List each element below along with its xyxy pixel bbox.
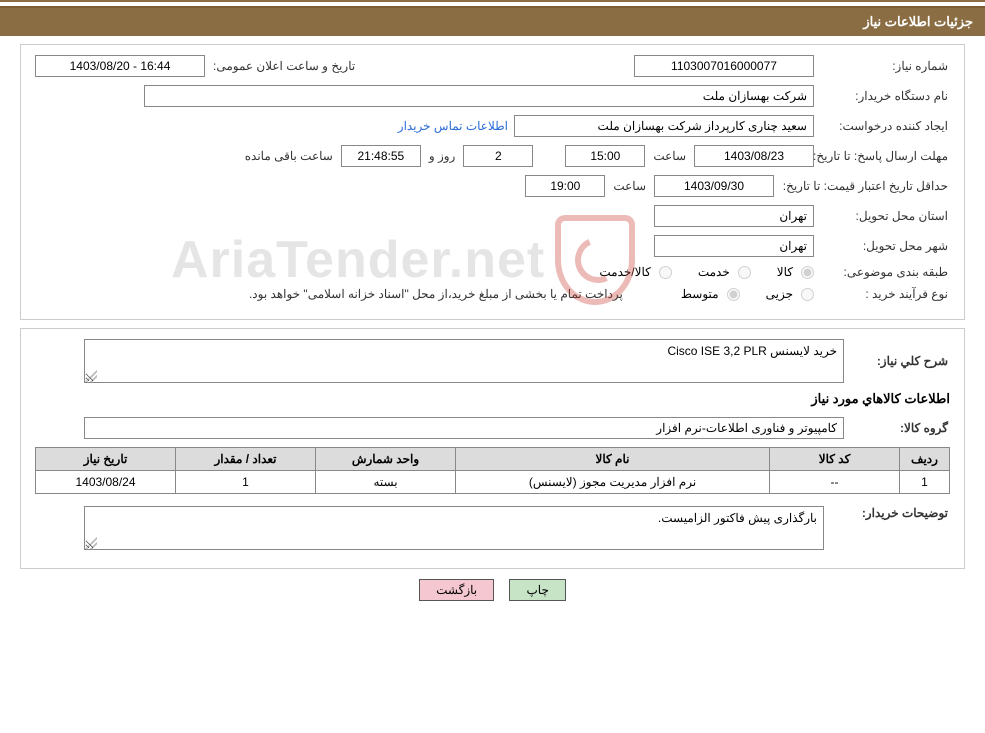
table-cell: 1	[900, 471, 950, 494]
min-valid-time: 19:00	[525, 175, 605, 197]
requester-label: ایجاد کننده درخواست:	[820, 119, 950, 133]
radio-medium: متوسط	[681, 287, 740, 301]
radio-goods-input[interactable]	[801, 266, 814, 279]
process-label: نوع فرآیند خرید :	[820, 287, 950, 301]
deadline-label: مهلت ارسال پاسخ: تا تاریخ:	[820, 149, 950, 163]
min-valid-time-label: ساعت	[611, 179, 648, 193]
remaining-label: ساعت باقی مانده	[243, 149, 335, 163]
buyer-org-value: شرکت بهسازان ملت	[144, 85, 814, 107]
radio-service: خدمت	[698, 265, 751, 279]
min-valid-date: 1403/09/30	[654, 175, 774, 197]
buyer-notes-label: توضيحات خريدار:	[830, 506, 950, 520]
page-title-bar: جزئیات اطلاعات نیاز	[0, 6, 985, 36]
need-no-label: شماره نیاز:	[820, 59, 950, 73]
table-cell: بسته	[316, 471, 456, 494]
table-header: نام کالا	[456, 448, 770, 471]
table-header: تاريخ نياز	[36, 448, 176, 471]
contact-link[interactable]: اطلاعات تماس خریدار	[398, 119, 508, 133]
need-no-value: 1103007016000077	[634, 55, 814, 77]
announce-label: تاریخ و ساعت اعلان عمومی:	[211, 59, 357, 73]
table-header: واحد شمارش	[316, 448, 456, 471]
countdown: 21:48:55	[341, 145, 421, 167]
province-label: استان محل تحویل:	[820, 209, 950, 223]
radio-both: کالا/خدمت	[599, 265, 671, 279]
buyer-notes-value: بارگذاری پیش فاکتور الزامیست.	[84, 506, 824, 550]
table-header: رديف	[900, 448, 950, 471]
desc-label: شرح کلي نياز:	[850, 354, 950, 368]
radio-goods: کالا	[777, 265, 814, 279]
table-row: 1--نرم افزار مدیریت مجوز (لایسنس)بسته114…	[36, 471, 950, 494]
table-cell: 1	[176, 471, 316, 494]
province-value: تهران	[654, 205, 814, 227]
group-label: گروه کالا:	[850, 421, 950, 435]
announce-value: 1403/08/20 - 16:44	[35, 55, 205, 77]
deadline-date: 1403/08/23	[694, 145, 814, 167]
process-note: پرداخت تمام یا بخشی از مبلغ خرید،از محل …	[247, 287, 625, 301]
city-value: تهران	[654, 235, 814, 257]
radio-minor-input[interactable]	[801, 288, 814, 301]
goods-table: رديفکد کالانام کالاواحد شمارشتعداد / مقد…	[35, 447, 950, 494]
goods-panel: شرح کلي نياز: خرید لایسنس Cisco ISE 3,2 …	[20, 328, 965, 569]
city-label: شهر محل تحویل:	[820, 239, 950, 253]
print-button[interactable]: چاپ	[509, 579, 565, 601]
back-button[interactable]: بازگشت	[419, 579, 494, 601]
table-cell: --	[770, 471, 900, 494]
table-header: تعداد / مقدار	[176, 448, 316, 471]
min-valid-label: حداقل تاریخ اعتبار قیمت: تا تاریخ:	[780, 179, 950, 193]
deadline-time: 15:00	[565, 145, 645, 167]
details-panel: AriaTender.net شماره نیاز: 1103007016000…	[20, 44, 965, 320]
page-title: جزئیات اطلاعات نیاز	[863, 14, 973, 29]
table-cell: 1403/08/24	[36, 471, 176, 494]
table-cell: نرم افزار مدیریت مجوز (لایسنس)	[456, 471, 770, 494]
buyer-org-label: نام دستگاه خریدار:	[820, 89, 950, 103]
deadline-time-label: ساعت	[651, 149, 688, 163]
requester-value: سعید چناری کارپرداز شرکت بهسازان ملت	[514, 115, 814, 137]
radio-medium-input[interactable]	[727, 288, 740, 301]
radio-service-input[interactable]	[738, 266, 751, 279]
table-header: کد کالا	[770, 448, 900, 471]
days-and-label: روز و	[427, 149, 458, 163]
desc-value: خرید لایسنس Cisco ISE 3,2 PLR	[84, 339, 844, 383]
days-remaining: 2	[463, 145, 533, 167]
radio-minor: جزیی	[766, 287, 814, 301]
group-value: کامپیوتر و فناوری اطلاعات-نرم افزار	[84, 417, 844, 439]
button-row: چاپ بازگشت	[0, 579, 985, 601]
radio-both-input[interactable]	[659, 266, 672, 279]
category-label: طبقه بندی موضوعی:	[820, 265, 950, 279]
goods-header: اطلاعات كالاهاي مورد نياز	[35, 391, 950, 407]
